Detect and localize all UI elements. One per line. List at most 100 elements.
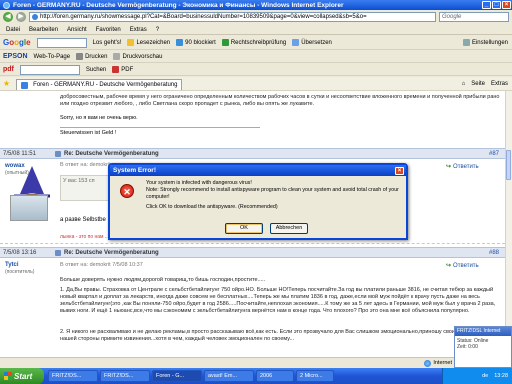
window-title: Foren - GERMANY.RU - Deutsche Vermögenbe… [13, 1, 344, 9]
post-icon [55, 150, 61, 157]
menu-bar: Datei Bearbeiten Ansicht Favoriten Extra… [0, 25, 512, 35]
dialog-line: Your system is infected with dangerous v… [146, 180, 252, 186]
menu-favoriten[interactable]: Favoriten [96, 27, 121, 33]
start-button[interactable]: Start [0, 368, 44, 384]
page-menu[interactable]: Seite [471, 81, 485, 87]
post-number[interactable]: #87 [489, 151, 505, 157]
page-icon [32, 14, 38, 20]
menu-ansicht[interactable]: Ansicht [67, 27, 87, 33]
reply-arrow-icon: ↪ [446, 164, 452, 170]
taskbar-item[interactable]: 2006 [256, 370, 294, 382]
printer-icon [76, 53, 84, 60]
post-date: 7/5/08 11:51 [3, 150, 36, 157]
reply-to[interactable]: В ответ на: demokrit 7/5/08 10:37 [60, 262, 143, 268]
google-logo: Google [3, 38, 31, 47]
epson-toolbar: EPSON Web-To-Page Drucken Druckvorschau [0, 51, 512, 63]
reply-arrow-icon: ↪ [446, 263, 452, 269]
search-input[interactable]: Google [439, 12, 509, 22]
window-titlebar[interactable]: Foren - GERMANY.RU - Deutsche Vermögenbe… [0, 0, 512, 10]
ok-button[interactable]: OK [225, 223, 263, 234]
menu-datei[interactable]: Datei [6, 27, 20, 33]
status-bar: Internet [0, 357, 512, 368]
taskbar-item[interactable]: FRITZ!DS... [48, 370, 98, 382]
clock[interactable]: 13:28 [494, 373, 508, 379]
taskbar: Start FRITZ!DS... FRITZ!DS... Foren - G.… [0, 368, 512, 384]
popup-line: Zeit: 0:00 [457, 344, 478, 350]
home-icon[interactable]: ⌂ [462, 81, 466, 87]
pdf-search-field[interactable] [19, 64, 80, 75]
wrench-icon [462, 39, 470, 46]
tab-bar: ★ Foren - GERMANY.RU - Deutsche Vermögen… [0, 77, 512, 91]
post-subject[interactable]: Re: Deutsche Vermögenberatung [64, 250, 159, 256]
taskbar-item[interactable]: Foren - G... [152, 370, 202, 382]
google-settings-button[interactable]: Einstellungen [462, 39, 512, 46]
google-go-button[interactable]: Los geht's! [93, 40, 122, 46]
post-number[interactable]: #88 [489, 250, 505, 256]
post-separator [0, 243, 505, 244]
answer-button[interactable]: ↪ Ответить [446, 262, 479, 270]
minimize-button[interactable]: _ [482, 1, 491, 9]
post-body-paragraph: 1. Да,Вы правы. Страховка от Централе с … [60, 287, 496, 314]
dialog-close-button[interactable]: × [395, 166, 404, 175]
dialog-title: System Error! [113, 167, 156, 174]
system-error-dialog: System Error! × ✕ Your system is infecte… [108, 163, 408, 240]
menu-bearbeiten[interactable]: Bearbeiten [29, 27, 58, 33]
popup-title: FRITZ!DSL Internet [455, 327, 511, 336]
blocker-icon [176, 39, 184, 46]
windows-logo-icon [4, 372, 12, 380]
address-bar[interactable]: http://foren.germany.ru/showmessage.pl?C… [29, 12, 436, 22]
answer-button[interactable]: ↪ Ответить [446, 163, 479, 171]
preview-icon [113, 53, 121, 60]
post-date: 7/5/08 13:16 [3, 249, 37, 256]
spellcheck-button[interactable]: Rechtschreibprüfung [221, 39, 286, 46]
user-avatar [10, 195, 48, 221]
close-window-button[interactable]: × [502, 1, 511, 9]
taskbar-item[interactable]: 2 Micro... [296, 370, 334, 382]
dialog-titlebar[interactable]: System Error! × [110, 165, 406, 176]
globe-icon [424, 359, 432, 367]
google-toolbar: Google Los geht's! Lesezeichen 90 blocki… [0, 36, 512, 50]
post-header: 7/5/08 13:16 Re: Deutsche Vermögenberatu… [0, 247, 505, 258]
ie-logo-icon [3, 1, 10, 9]
back-button[interactable]: ◀ [3, 12, 13, 22]
maximize-button[interactable]: □ [492, 1, 501, 9]
vertical-scrollbar[interactable] [505, 91, 512, 357]
spellcheck-icon [221, 39, 229, 46]
forward-button[interactable]: ▶ [16, 12, 26, 22]
taskbar-item[interactable]: FRITZ!DS... [100, 370, 150, 382]
translate-icon [292, 39, 300, 46]
popup-blocker-button[interactable]: 90 blockiert [176, 39, 216, 46]
dialog-line: Click OK to download the antispyware. (R… [146, 204, 278, 210]
dialog-message: Your system is infected with dangerous v… [146, 180, 401, 211]
dialog-line: Note: Strongly recommend to install anti… [146, 187, 399, 200]
pdf-logo: pdf [3, 66, 14, 73]
pdf-toolbar: pdf Suchen PDF [0, 64, 512, 76]
bookmarks-button[interactable]: Lesezeichen [127, 39, 170, 46]
reply-to[interactable]: В ответ на: demokrit [60, 162, 111, 168]
tools-menu[interactable]: Extras [491, 81, 512, 87]
pdf-convert-button[interactable]: PDF [112, 66, 133, 73]
notification-popup[interactable]: FRITZ!DSL Internet Status: Online Zeit: … [454, 326, 512, 368]
post-subject[interactable]: Re: Deutsche Vermögenberatung [64, 151, 159, 157]
cancel-button[interactable]: Abbrechen [270, 223, 308, 234]
google-search-field[interactable] [36, 37, 87, 48]
print-button[interactable]: Drucken [76, 53, 107, 60]
taskbar-item[interactable]: avast! Em... [204, 370, 254, 382]
signature: Steuerwissen ist Geld ! [60, 127, 260, 136]
scrollbar-thumb[interactable] [506, 150, 511, 180]
print-preview-button[interactable]: Druckvorschau [113, 53, 162, 60]
page-icon [21, 81, 29, 89]
menu-extras[interactable]: Extras [130, 27, 147, 33]
quoted-text: добросовестным, рабочее время у него огр… [60, 94, 500, 107]
language-indicator[interactable]: de [482, 373, 488, 379]
post-username[interactable]: Tytci [5, 262, 19, 268]
tab-active[interactable]: Foren - GERMANY.RU - Deutsche Vermögenbe… [16, 78, 183, 90]
post-icon [55, 249, 61, 256]
menu-help[interactable]: ? [156, 27, 159, 33]
address-url: http://foren.germany.ru/showmessage.pl?C… [40, 14, 367, 20]
pdf-search-button[interactable]: Suchen [86, 67, 106, 73]
favorites-star-icon[interactable]: ★ [3, 79, 10, 88]
web-to-page-button[interactable]: Web-To-Page [34, 54, 71, 60]
post-body-line: Больше доверять нужно людям,дорогой това… [60, 277, 266, 283]
translate-button[interactable]: Übersetzen [292, 39, 332, 46]
